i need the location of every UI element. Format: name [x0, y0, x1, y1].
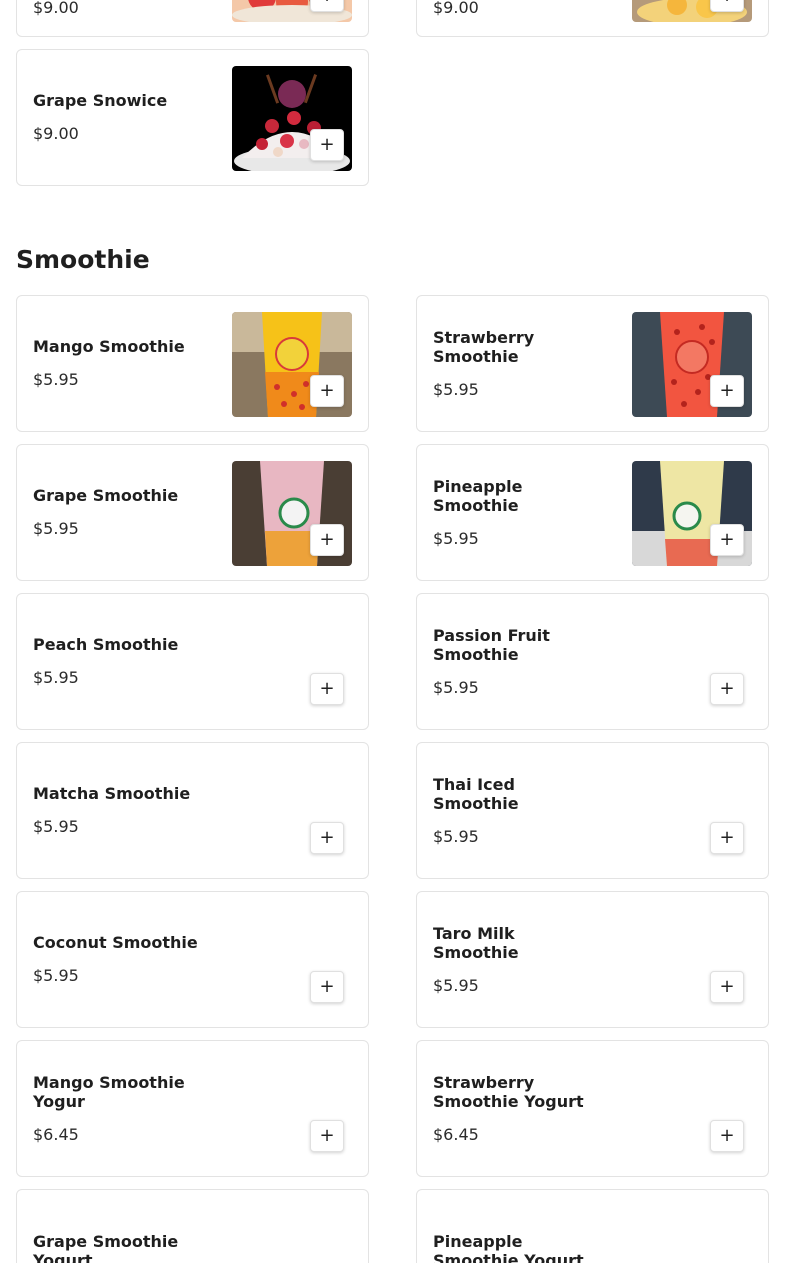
menu-item-info: Peach Smoothie $5.95	[33, 594, 223, 729]
menu-item-info: Grape Snowice $9.00	[33, 50, 223, 185]
plus-icon: +	[319, 529, 335, 550]
add-to-cart-button[interactable]: +	[710, 673, 744, 705]
add-to-cart-button[interactable]: +	[710, 971, 744, 1003]
menu-item-card[interactable]: Peach Smoothie $5.95 +	[16, 593, 369, 730]
menu-item-price: $5.95	[433, 379, 479, 399]
menu-item-name: Strawberry Smoothie	[433, 327, 535, 366]
plus-icon: +	[319, 380, 335, 401]
menu-item-info: $9.00	[33, 0, 223, 36]
menu-item-info: Grape Smoothie Yogurt	[33, 1190, 223, 1263]
menu-item-info: Coconut Smoothie $5.95	[33, 892, 233, 1027]
menu-item-info: Thai Iced Smoothie $5.95	[433, 743, 623, 878]
menu-item-name: Grape Smoothie Yogurt	[33, 1231, 179, 1263]
menu-item-card[interactable]: Thai Iced Smoothie $5.95 +	[416, 742, 769, 879]
menu-item-card[interactable]: Strawberry Smoothie Yogurt $6.45 +	[416, 1040, 769, 1177]
menu-item-card[interactable]: Strawberry Smoothie $5.95 +	[416, 295, 769, 432]
menu-item-price: $6.45	[433, 1124, 479, 1144]
plus-icon: +	[719, 976, 735, 997]
plus-icon: +	[719, 0, 734, 5]
plus-icon: +	[319, 827, 335, 848]
plus-icon: +	[319, 976, 335, 997]
add-to-cart-button[interactable]: +	[310, 524, 344, 556]
menu-item-name: Taro Milk Smoothie	[433, 923, 519, 962]
menu-item-price: $9.00	[433, 0, 479, 17]
menu-item-name: Pineapple Smoothie	[433, 476, 523, 515]
plus-icon: +	[319, 0, 334, 5]
add-to-cart-button[interactable]: +	[310, 971, 344, 1003]
menu-item-info: Mango Smoothie Yogur $6.45	[33, 1041, 223, 1176]
menu-item-name: Coconut Smoothie	[33, 933, 198, 952]
menu-item-price: $5.95	[33, 668, 79, 687]
menu-item-price: $5.95	[433, 975, 479, 995]
menu-item-info: $9.00	[433, 0, 623, 36]
menu-item-price: $5.95	[33, 817, 79, 836]
plus-icon: +	[319, 134, 335, 155]
menu-item-card[interactable]: Grape Smoothie $5.95 +	[16, 444, 369, 581]
menu-item-name: Pineapple Smoothie Yogurt	[433, 1231, 584, 1263]
add-to-cart-button[interactable]: +	[710, 822, 744, 854]
menu-item-price: $5.95	[33, 966, 79, 985]
menu-item-price: $9.00	[33, 124, 79, 143]
menu-item-info: Matcha Smoothie $5.95	[33, 743, 223, 878]
menu-item-name: Matcha Smoothie	[33, 784, 191, 803]
menu-item-card[interactable]: Pineapple Smoothie $5.95 +	[416, 444, 769, 581]
menu-item-name: Thai Iced Smoothie	[433, 774, 519, 813]
add-to-cart-button[interactable]: +	[310, 673, 344, 705]
menu-item-name: Mango Smoothie Yogur	[33, 1072, 185, 1111]
menu-item-price: $5.95	[433, 528, 479, 548]
add-to-cart-button[interactable]: +	[310, 0, 344, 12]
menu-item-price: $5.95	[433, 826, 479, 846]
menu-item-info: Mango Smoothie $5.95	[33, 296, 223, 431]
add-to-cart-button[interactable]: +	[310, 822, 344, 854]
menu-item-price: $5.95	[33, 519, 79, 538]
menu-item-info: Pineapple Smoothie Yogurt	[433, 1190, 603, 1263]
menu-item-card[interactable]: Pineapple Smoothie Yogurt	[416, 1189, 769, 1263]
menu-item-card[interactable]: Grape Snowice $9.00 +	[16, 49, 369, 186]
menu-item-info: Taro Milk Smoothie $5.95	[433, 892, 623, 1027]
plus-icon: +	[719, 678, 735, 699]
menu-item-card[interactable]: Matcha Smoothie $5.95 +	[16, 742, 369, 879]
menu-item-card[interactable]: Taro Milk Smoothie $5.95 +	[416, 891, 769, 1028]
menu-item-card[interactable]: $9.00 +	[416, 0, 769, 37]
add-to-cart-button[interactable]: +	[710, 375, 744, 407]
menu-item-card[interactable]: Mango Smoothie Yogur $6.45 +	[16, 1040, 369, 1177]
menu-item-info: Passion Fruit Smoothie $5.95	[433, 594, 623, 729]
menu-item-card[interactable]: Coconut Smoothie $5.95 +	[16, 891, 369, 1028]
add-to-cart-button[interactable]: +	[710, 524, 744, 556]
section-title-smoothie: Smoothie	[16, 245, 150, 274]
menu-item-name: Passion Fruit Smoothie	[433, 625, 550, 664]
menu-item-info: Grape Smoothie $5.95	[33, 445, 223, 580]
menu-item-card[interactable]: $9.00 +	[16, 0, 369, 37]
menu-item-card[interactable]: Mango Smoothie $5.95 +	[16, 295, 369, 432]
add-to-cart-button[interactable]: +	[710, 0, 744, 12]
plus-icon: +	[719, 380, 735, 401]
menu-item-price: $9.00	[33, 0, 79, 17]
menu-item-name: Grape Snowice	[33, 91, 168, 110]
menu-item-name: Grape Smoothie	[33, 486, 179, 505]
menu-item-name: Mango Smoothie	[33, 337, 185, 356]
menu-item-info: Strawberry Smoothie $5.95	[433, 296, 623, 431]
plus-icon: +	[719, 1125, 735, 1146]
plus-icon: +	[319, 1125, 335, 1146]
menu-item-name: Peach Smoothie	[33, 635, 179, 654]
menu-item-card[interactable]: Passion Fruit Smoothie $5.95 +	[416, 593, 769, 730]
menu-item-price: $5.95	[33, 370, 79, 389]
plus-icon: +	[319, 678, 335, 699]
plus-icon: +	[719, 529, 735, 550]
add-to-cart-button[interactable]: +	[310, 129, 344, 161]
add-to-cart-button[interactable]: +	[710, 1120, 744, 1152]
add-to-cart-button[interactable]: +	[310, 1120, 344, 1152]
menu-item-price: $5.95	[433, 677, 479, 697]
menu-item-info: Strawberry Smoothie Yogurt $6.45	[433, 1041, 603, 1176]
add-to-cart-button[interactable]: +	[310, 375, 344, 407]
menu-item-info: Pineapple Smoothie $5.95	[433, 445, 623, 580]
menu-item-card[interactable]: Grape Smoothie Yogurt	[16, 1189, 369, 1263]
menu-item-name: Strawberry Smoothie Yogurt	[433, 1072, 584, 1111]
menu-item-price: $6.45	[33, 1124, 79, 1144]
plus-icon: +	[719, 827, 735, 848]
